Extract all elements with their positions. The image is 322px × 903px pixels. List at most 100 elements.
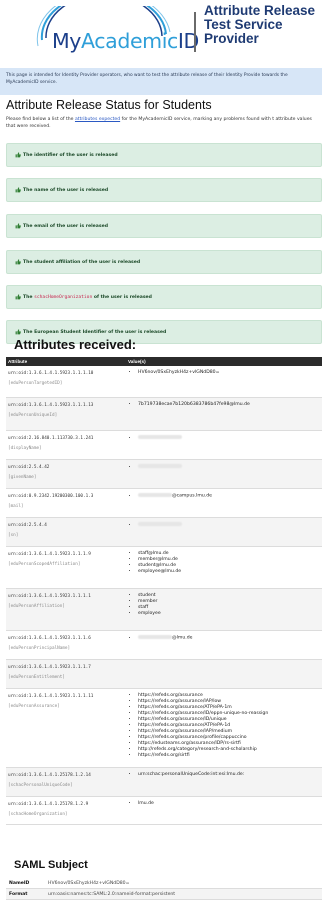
attribute-oid: urn:oid:1.3.6.1.4.1.5923.1.1.1.6 xyxy=(8,636,91,641)
attribute-friendly-name: [eduPersonAffiliation] xyxy=(8,604,65,609)
attribute-value: lmu.de xyxy=(138,801,320,807)
status-item: The schacHomeOrganization of the user is… xyxy=(6,285,322,309)
attribute-oid: urn:oid:1.3.6.1.4.1.5923.1.1.1.9 xyxy=(8,552,91,557)
table-row: urn:oid:1.3.6.1.4.1.5923.1.1.1.11 [eduPer… xyxy=(6,689,322,768)
attribute-value: 7b719738ecae7b120b6383786b47fe98@lmu.de xyxy=(138,402,320,408)
table-row: urn:oid:1.3.6.1.4.1.5923.1.1.1.1 [eduPers… xyxy=(6,589,322,631)
attribute-friendly-name: [eduPersonTargetedID] xyxy=(8,381,63,386)
column-header-values: Value(s) xyxy=(128,359,146,364)
attribute-friendly-name: [mail] xyxy=(8,504,24,509)
attributes-heading: Attributes received: xyxy=(14,337,137,352)
attribute-value: employee xyxy=(138,611,320,617)
attribute-values: staff@lmu.demember@lmu.destudent@lmu.dee… xyxy=(130,551,320,575)
attribute-friendly-name: [eduPersonEntitlement] xyxy=(8,675,65,680)
logo-wordmark: MyAcademicID xyxy=(52,29,199,53)
status-item: The student affiliation of the user is r… xyxy=(6,250,322,274)
status-item-text: The email of the user is released xyxy=(23,223,109,229)
attribute-values: studentmemberstaffemployee xyxy=(130,593,320,617)
redacted-value xyxy=(138,635,172,639)
attribute-values: urn:schac:personalUniqueCode:int:esi:lmu… xyxy=(130,772,320,778)
status-item-text: The name of the user is released xyxy=(23,187,109,193)
table-row: urn:oid:2.5.4.4 [sn] xyxy=(6,518,322,547)
attribute-oid: urn:oid:1.3.6.1.4.1.5923.1.1.1.1 xyxy=(8,594,91,599)
attribute-values xyxy=(130,435,320,442)
redacted-value xyxy=(138,493,172,497)
table-row: urn:oid:2.16.840.1.113730.3.1.241 [displa… xyxy=(6,431,322,460)
attribute-oid: urn:oid:2.5.4.4 xyxy=(8,523,47,528)
attribute-values: https://refeds.org/assurancehttps://refe… xyxy=(130,693,320,759)
table-row: urn:oid:0.9.2342.19200300.100.1.3 [mail] @… xyxy=(6,489,322,518)
attribute-value: urn:schac:personalUniqueCode:int:esi:lmu… xyxy=(138,772,320,778)
table-row: urn:oid:1.3.6.1.4.1.5923.1.1.1.13 [eduPer… xyxy=(6,398,322,431)
attribute-friendly-name: [sn] xyxy=(8,533,19,538)
attribute-values: 7b719738ecae7b120b6383786b47fe98@lmu.de xyxy=(130,402,320,408)
attribute-values: HV6nov/0SxEhyzkH4z+vlGNdD80= xyxy=(130,370,320,376)
attribute-oid: urn:oid:1.3.6.1.4.1.25178.1.2.9 xyxy=(8,802,89,807)
attribute-value xyxy=(138,464,320,471)
attribute-oid: urn:oid:1.3.6.1.4.1.5923.1.1.1.13 xyxy=(8,403,94,408)
attribute-friendly-name: [eduPersonAssurance] xyxy=(8,704,60,709)
myacademicid-logo[interactable]: MyAcademicID xyxy=(30,6,199,56)
column-header-attribute: Attribute xyxy=(8,359,28,364)
attribute-name: urn:oid:1.3.6.1.4.1.5923.1.1.1.9 [eduPers… xyxy=(8,550,120,570)
attribute-name: urn:oid:1.3.6.1.4.1.25178.1.2.9 [schacHom… xyxy=(8,800,120,820)
attribute-friendly-name: [givenName] xyxy=(8,475,37,480)
status-item: The identifier of the user is released xyxy=(6,143,322,167)
redacted-value xyxy=(138,435,182,439)
thumbs-up-icon xyxy=(15,223,21,229)
table-row: urn:oid:1.3.6.1.4.1.5923.1.1.1.7 [eduPers… xyxy=(6,660,322,689)
status-item: The name of the user is released xyxy=(6,178,322,202)
status-code: schacHomeOrganization xyxy=(34,294,93,300)
attribute-name: urn:oid:1.3.6.1.4.1.5923.1.1.1.11 [eduPer… xyxy=(8,692,120,712)
attribute-name: urn:oid:1.3.6.1.4.1.5923.1.1.1.10 [eduPer… xyxy=(8,369,120,389)
redacted-value xyxy=(138,464,182,468)
table-row: urn:oid:1.3.6.1.4.1.25178.1.2.9 [schacHom… xyxy=(6,797,322,825)
attribute-oid: urn:oid:1.3.6.1.4.1.5923.1.1.1.10 xyxy=(8,371,94,376)
attribute-friendly-name: [eduPersonUniqueId] xyxy=(8,413,58,418)
attribute-oid: urn:oid:0.9.2342.19200300.100.1.3 xyxy=(8,494,94,499)
attribute-value: @campus.lmu.de xyxy=(138,493,320,500)
status-item-text: The European Student Identifier of the u… xyxy=(23,329,167,335)
table-header: Attribute Value(s) xyxy=(6,357,322,366)
attribute-name: urn:oid:1.3.6.1.4.1.25178.1.2.14 [schacPe… xyxy=(8,771,120,791)
table-row: urn:oid:1.3.6.1.4.1.25178.1.2.14 [schacPe… xyxy=(6,768,322,797)
thumbs-up-icon xyxy=(15,259,21,265)
attribute-values: lmu.de xyxy=(130,801,320,807)
thumbs-up-icon xyxy=(15,152,21,158)
attribute-value: HV6nov/0SxEhyzkH4z+vlGNdD80= xyxy=(138,370,320,376)
saml-subject-table: NameID HV6nov/0SxEhyzkH4z+vlGNdD80= Format… xyxy=(6,878,322,900)
table-row: urn:oid:2.5.4.42 [givenName] xyxy=(6,460,322,489)
attribute-friendly-name: [eduPersonScopedAffiliation] xyxy=(8,562,81,567)
status-item-text: The schacHomeOrganization of the user is… xyxy=(23,294,152,300)
attribute-friendly-name: [schacHomeOrganization] xyxy=(8,812,68,817)
attribute-oid: urn:oid:1.3.6.1.4.1.5923.1.1.1.11 xyxy=(8,694,94,699)
attribute-oid: urn:oid:1.3.6.1.4.1.5923.1.1.1.7 xyxy=(8,665,91,670)
attribute-name: urn:oid:2.5.4.4 [sn] xyxy=(8,521,120,541)
redacted-value xyxy=(138,522,182,526)
attribute-name: urn:oid:0.9.2342.19200300.100.1.3 [mail] xyxy=(8,492,120,512)
attribute-name: urn:oid:1.3.6.1.4.1.5923.1.1.1.7 [eduPers… xyxy=(8,663,120,683)
attribute-value xyxy=(138,522,320,529)
table-row: urn:oid:1.3.6.1.4.1.5923.1.1.1.10 [eduPer… xyxy=(6,366,322,398)
attribute-values: @lmu.de xyxy=(130,635,320,642)
attribute-oid: urn:oid:2.5.4.42 xyxy=(8,465,50,470)
saml-value: urn:oasis:names:tc:SAML:2.0:nameid-forma… xyxy=(48,892,176,897)
status-item-text: The student affiliation of the user is r… xyxy=(23,259,141,265)
status-item: The email of the user is released xyxy=(6,214,322,238)
table-row: urn:oid:1.3.6.1.4.1.5923.1.1.1.9 [eduPers… xyxy=(6,547,322,589)
attribute-values: @campus.lmu.de xyxy=(130,493,320,500)
attribute-value: employee@lmu.de xyxy=(138,569,320,575)
attributes-expected-link[interactable]: attributes expected xyxy=(75,117,120,122)
thumbs-up-icon xyxy=(15,187,21,193)
attribute-value xyxy=(138,435,320,442)
page-header: MyAcademicID Attribute Release Test Serv… xyxy=(0,0,322,64)
status-intro: Please find below a list of the attribut… xyxy=(6,117,312,129)
saml-row: Format urn:oasis:names:tc:SAML:2.0:nameid… xyxy=(6,889,322,900)
attribute-values xyxy=(130,464,320,471)
attribute-name: urn:oid:1.3.6.1.4.1.5923.1.1.1.6 [eduPers… xyxy=(8,634,120,654)
saml-heading: SAML Subject xyxy=(14,859,88,871)
attribute-name: urn:oid:1.3.6.1.4.1.5923.1.1.1.1 [eduPers… xyxy=(8,592,120,612)
saml-key: NameID xyxy=(9,881,30,886)
attribute-name: urn:oid:2.5.4.42 [givenName] xyxy=(8,463,120,483)
attributes-table: Attribute Value(s) urn:oid:1.3.6.1.4.1.5… xyxy=(6,357,322,825)
